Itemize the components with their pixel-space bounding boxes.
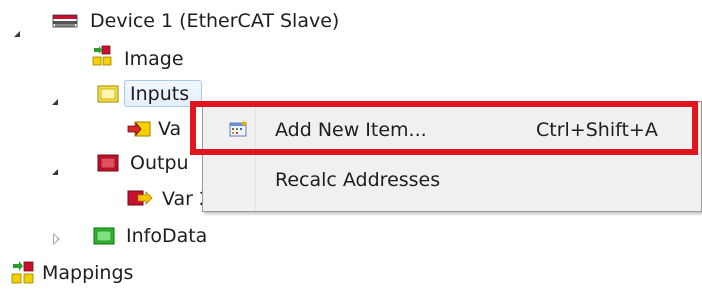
add-new-item-icon xyxy=(229,120,249,138)
tree-item-outputs-label[interactable]: Outpu xyxy=(130,150,189,176)
inputs-folder-icon xyxy=(96,84,120,104)
expand-infodata-arrow-icon[interactable] xyxy=(53,233,60,245)
image-icon xyxy=(90,44,114,68)
tree-item-infodata-label[interactable]: InfoData xyxy=(126,223,207,249)
menu-item-add-new-item[interactable]: Add New Item... Ctrl+Shift+A xyxy=(207,108,697,152)
outputs-folder-icon xyxy=(96,153,120,173)
tree-item-image-label[interactable]: Image xyxy=(124,46,184,72)
context-menu: Add New Item... Ctrl+Shift+A Recalc Addr… xyxy=(202,101,702,212)
tree-item-var1-label[interactable]: Va xyxy=(158,116,181,142)
output-variable-icon xyxy=(126,188,156,208)
mappings-icon xyxy=(10,260,36,286)
menu-item-add-new-item-label: Add New Item... xyxy=(275,119,427,141)
menu-item-recalc-addresses-label: Recalc Addresses xyxy=(275,169,441,191)
expand-inputs-arrow-icon[interactable] xyxy=(52,99,58,105)
solution-tree: Device 1 (EtherCAT Slave) Image Inputs V… xyxy=(0,0,702,291)
tree-item-mappings-label[interactable]: Mappings xyxy=(42,260,133,286)
menu-item-add-new-item-shortcut: Ctrl+Shift+A xyxy=(536,119,658,141)
input-variable-icon xyxy=(126,119,152,139)
menu-item-recalc-addresses[interactable]: Recalc Addresses xyxy=(207,158,697,202)
ethercat-device-icon xyxy=(52,13,78,31)
tree-item-inputs-label[interactable]: Inputs xyxy=(130,81,189,107)
expand-outputs-arrow-icon[interactable] xyxy=(52,169,58,175)
tree-item-device-label[interactable]: Device 1 (EtherCAT Slave) xyxy=(90,8,339,34)
infodata-folder-icon xyxy=(92,226,116,246)
expand-device-arrow-icon[interactable] xyxy=(14,31,20,37)
